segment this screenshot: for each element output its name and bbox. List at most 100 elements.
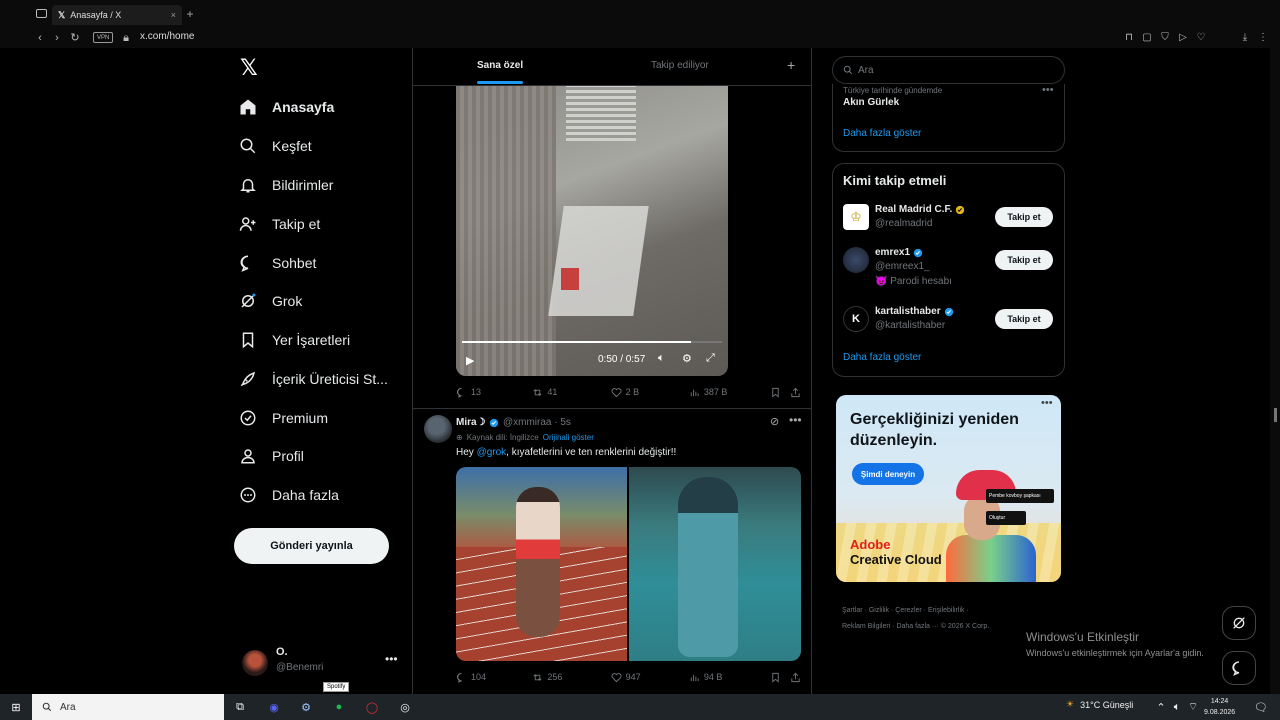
url-field[interactable]: x.com/home xyxy=(140,31,194,42)
follow-button[interactable]: Takip et xyxy=(995,309,1053,329)
task-view-icon[interactable]: ⧉ xyxy=(231,698,249,716)
more-dots-icon[interactable]: ••• xyxy=(1041,397,1053,409)
show-more-link[interactable]: Daha fazla göster xyxy=(843,352,921,363)
tab-close-icon[interactable]: × xyxy=(171,10,176,20)
discord-icon[interactable]: ◉ xyxy=(265,698,283,716)
fullscreen-icon[interactable]: ⤢ xyxy=(706,352,715,365)
share-button[interactable] xyxy=(790,672,801,683)
pin-icon[interactable]: ⊓ xyxy=(1123,31,1135,45)
back-icon[interactable]: ‹ xyxy=(33,31,47,45)
browser-tab[interactable]: 𝕏 Anasayfa / X × xyxy=(52,5,182,25)
reply-button[interactable]: 104 xyxy=(456,672,532,683)
browser-address-bar: ‹ › ↻ VPN 🔒︎ x.com/home ⊓ ▢ ⛉ ▷ ♡ ⤓ ⋮ xyxy=(0,28,1280,48)
play-icon[interactable]: ▶ xyxy=(466,354,474,367)
windows-start-icon[interactable]: ⊞ xyxy=(7,698,25,716)
shield-icon[interactable]: ⛉ xyxy=(1159,31,1171,45)
nav-notifications[interactable]: Bildirimler xyxy=(238,166,333,204)
search-input[interactable]: Ara xyxy=(832,56,1065,84)
taskbar-search[interactable]: Ara xyxy=(32,694,224,720)
nav-bookmarks[interactable]: Yer İşaretleri xyxy=(238,321,350,359)
like-button[interactable]: 2 B xyxy=(611,387,689,398)
follow-suggestion[interactable]: K kartalisthaber @kartalisthaber Takip e… xyxy=(843,306,1058,346)
reply-icon xyxy=(456,387,462,398)
like-button[interactable]: 947 xyxy=(611,672,689,683)
avatar[interactable] xyxy=(424,415,452,443)
nav-follow[interactable]: Takip et xyxy=(238,205,320,243)
ad-banner[interactable]: Gerçekliğinizi yeniden düzenleyin. Şimdi… xyxy=(836,395,1061,582)
screenshot-icon[interactable]: ▢ xyxy=(1141,31,1153,45)
grok-icon[interactable]: ⊘ xyxy=(770,415,779,428)
notification-icon[interactable]: 🗨︎ xyxy=(1252,698,1270,716)
reload-icon[interactable]: ↻ xyxy=(68,31,82,45)
author-handle[interactable]: @xmmiraa · 5s xyxy=(503,417,571,428)
follow-button[interactable]: Takip et xyxy=(995,207,1053,227)
tweet[interactable]: Mira☽ @xmmiraa · 5s ⊕ Kaynak dili: İngil… xyxy=(413,408,811,694)
post-button[interactable]: Gönderi yayınla xyxy=(234,528,389,564)
nav-more[interactable]: Daha fazla xyxy=(238,476,339,514)
menu-icon[interactable]: ⋮ xyxy=(1257,31,1269,45)
nav-grok[interactable]: Grok xyxy=(238,282,302,320)
spotify-icon[interactable]: ● xyxy=(330,698,348,716)
tab-following[interactable]: Takip ediliyor xyxy=(651,60,709,71)
nav-explore[interactable]: Keşfet xyxy=(238,127,312,165)
views-button[interactable]: 387 B xyxy=(689,387,770,398)
play-icon[interactable]: ▷ xyxy=(1177,31,1189,45)
nav-profile[interactable]: Profil xyxy=(238,437,304,475)
volume-icon[interactable]: 🔈︎ xyxy=(658,352,665,365)
weather-widget[interactable]: ☀ 31°C Güneşli xyxy=(1066,699,1133,710)
messages-float-button[interactable] xyxy=(1222,651,1256,685)
vpn-badge[interactable]: VPN xyxy=(93,32,114,43)
x-logo-icon[interactable]: 𝕏 xyxy=(240,56,258,81)
nav-premium[interactable]: Premium xyxy=(238,399,328,437)
trend-item[interactable]: Akın Gürlek xyxy=(843,97,899,108)
grok-float-button[interactable] xyxy=(1222,606,1256,640)
forward-icon[interactable]: › xyxy=(50,31,64,45)
footer-line[interactable]: Reklam Bilgileri · Daha fazla ··· © 2026… xyxy=(842,619,1057,635)
browser-icon[interactable]: ◎ xyxy=(396,698,414,716)
more-dots-icon[interactable]: ••• xyxy=(789,413,802,427)
new-tab-button[interactable]: + xyxy=(184,8,196,20)
show-more-link[interactable]: Daha fazla göster xyxy=(843,128,921,139)
retweet-icon xyxy=(533,673,542,681)
follow-suggestion[interactable]: emrex1 @emreex1_ 😈 Parodi hesabı Takip e… xyxy=(843,247,1058,287)
tab-for-you[interactable]: Sana özel xyxy=(477,60,523,71)
tweet-video[interactable]: ▶ 0:50 / 0:57 🔈︎ ⚙ ⤢ xyxy=(456,86,728,376)
scrollbar-thumb[interactable] xyxy=(1274,408,1277,422)
page-scrollbar[interactable] xyxy=(1270,48,1280,694)
share-button[interactable] xyxy=(790,387,801,398)
tweet-image[interactable] xyxy=(456,467,801,661)
tweet-author[interactable]: Mira☽ xyxy=(456,417,499,428)
retweet-button[interactable]: 41 xyxy=(532,387,610,398)
reply-button[interactable]: 13 xyxy=(456,387,532,398)
nav-chat[interactable]: Sohbet xyxy=(238,244,316,282)
account-switcher[interactable]: O. @Benemri ••• xyxy=(242,644,402,680)
taskbar-clock[interactable]: 14:24 9.08.2026 xyxy=(1204,696,1235,718)
footer-links[interactable]: Şartlar · Gizlilik · Çerezler · Erişileb… xyxy=(842,603,1057,635)
more-dots-icon[interactable]: ••• xyxy=(385,652,398,666)
footer-line[interactable]: Şartlar · Gizlilik · Çerezler · Erişileb… xyxy=(842,603,1057,619)
bookmark-button[interactable] xyxy=(770,672,790,683)
views-button[interactable]: 94 B xyxy=(689,672,770,683)
tab-grid-icon[interactable] xyxy=(36,9,47,18)
tweet-actions: 104 256 947 94 B xyxy=(456,669,801,685)
bookmark-button[interactable] xyxy=(770,387,790,398)
nav-creator-studio[interactable]: İçerik Üreticisi St... xyxy=(238,360,388,398)
verified-icon xyxy=(944,307,953,316)
nav-home[interactable]: Anasayfa xyxy=(238,88,334,126)
more-dots-icon[interactable]: ••• xyxy=(1042,84,1054,96)
follow-suggestion[interactable]: ♔ Real Madrid C.F. @realmadrid Takip et xyxy=(843,204,1058,244)
steam-icon[interactable]: ⚙ xyxy=(297,698,315,716)
heart-icon[interactable]: ♡ xyxy=(1195,31,1207,45)
network-icon[interactable]: ⌔ xyxy=(1184,698,1202,716)
show-original-link[interactable]: Orijinali göster xyxy=(543,433,594,442)
lock-icon[interactable]: 🔒︎ xyxy=(119,31,133,45)
retweet-count: 41 xyxy=(547,387,558,397)
add-tab-icon[interactable]: + xyxy=(787,57,795,73)
mention-link[interactable]: @grok xyxy=(477,447,507,458)
download-icon[interactable]: ⤓ xyxy=(1239,31,1251,45)
opera-icon[interactable]: ◯ xyxy=(363,698,381,716)
follow-button[interactable]: Takip et xyxy=(995,250,1053,270)
ad-cta-button[interactable]: Şimdi deneyin xyxy=(852,463,924,485)
retweet-button[interactable]: 256 xyxy=(532,672,610,683)
settings-icon[interactable]: ⚙ xyxy=(682,352,692,365)
